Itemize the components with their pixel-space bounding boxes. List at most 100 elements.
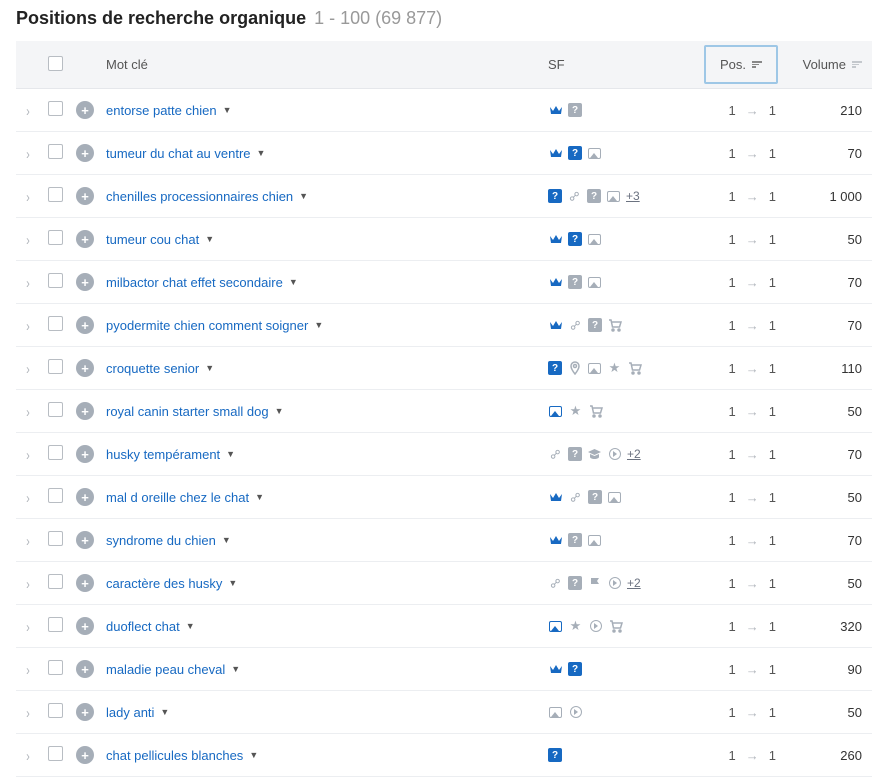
serp-features-cell: ★ [542,390,672,433]
expand-toggle[interactable]: › [26,534,30,550]
keyword-menu-caret[interactable]: ▼ [160,707,169,717]
add-keyword-button[interactable]: + [76,746,94,764]
expand-toggle[interactable]: › [26,491,30,507]
keyword-menu-caret[interactable]: ▼ [228,578,237,588]
table-row: ›+milbactor chat effet secondaire▼?1→170 [16,261,872,304]
keyword-menu-caret[interactable]: ▼ [249,750,258,760]
add-keyword-button[interactable]: + [76,316,94,334]
keyword-menu-caret[interactable]: ▼ [289,277,298,287]
keyword-link[interactable]: syndrome du chien [106,533,216,548]
keyword-menu-caret[interactable]: ▼ [186,621,195,631]
keyword-menu-caret[interactable]: ▼ [314,320,323,330]
crown-icon [548,533,563,548]
keyword-menu-caret[interactable]: ▼ [231,664,240,674]
keyword-menu-caret[interactable]: ▼ [226,449,235,459]
keyword-menu-caret[interactable]: ▼ [223,105,232,115]
keyword-link[interactable]: husky tempérament [106,447,220,462]
add-keyword-button[interactable]: + [76,101,94,119]
row-checkbox[interactable] [48,574,63,589]
expand-toggle[interactable]: › [26,362,30,378]
add-keyword-button[interactable]: + [76,445,94,463]
keyword-link[interactable]: mal d oreille chez le chat [106,490,249,505]
row-checkbox[interactable] [48,230,63,245]
expand-toggle[interactable]: › [26,448,30,464]
keyword-link[interactable]: entorse patte chien [106,103,217,118]
keyword-menu-caret[interactable]: ▼ [205,234,214,244]
keyword-link[interactable]: chat pellicules blanches [106,748,243,763]
position-cell: 1→1 [678,361,776,376]
expand-toggle[interactable]: › [26,319,30,335]
expand-toggle[interactable]: › [26,233,30,249]
row-checkbox[interactable] [48,488,63,503]
keyword-link[interactable]: caractère des husky [106,576,222,591]
expand-toggle[interactable]: › [26,147,30,163]
keyword-link[interactable]: maladie peau cheval [106,662,225,677]
serp-features-cell: ? [542,734,672,777]
expand-toggle[interactable]: › [26,276,30,292]
keyword-link[interactable]: pyodermite chien comment soigner [106,318,308,333]
keyword-menu-caret[interactable]: ▼ [205,363,214,373]
add-keyword-button[interactable]: + [76,617,94,635]
add-keyword-button[interactable]: + [76,144,94,162]
keyword-link[interactable]: duoflect chat [106,619,180,634]
expand-toggle[interactable]: › [26,749,30,765]
add-keyword-button[interactable]: + [76,187,94,205]
add-keyword-button[interactable]: + [76,660,94,678]
volume-cell: 1 000 [782,175,872,218]
row-checkbox[interactable] [48,402,63,417]
keyword-menu-caret[interactable]: ▼ [299,191,308,201]
add-keyword-button[interactable]: + [76,574,94,592]
expand-toggle[interactable]: › [26,104,30,120]
keyword-link[interactable]: chenilles processionnaires chien [106,189,293,204]
position-cell: 1→1 [678,533,776,548]
keyword-link[interactable]: tumeur du chat au ventre [106,146,251,161]
row-checkbox[interactable] [48,273,63,288]
row-checkbox[interactable] [48,144,63,159]
expand-toggle[interactable]: › [26,577,30,593]
add-keyword-button[interactable]: + [76,703,94,721]
expand-toggle[interactable]: › [26,706,30,722]
row-checkbox[interactable] [48,703,63,718]
keyword-link[interactable]: royal canin starter small dog [106,404,269,419]
row-checkbox[interactable] [48,359,63,374]
expand-toggle[interactable]: › [26,190,30,206]
row-checkbox[interactable] [48,746,63,761]
star-icon: ★ [568,619,583,634]
header-keyword[interactable]: Mot clé [100,41,542,89]
sf-more-link[interactable]: +2 [627,576,641,590]
row-checkbox[interactable] [48,445,63,460]
table-row: ›+mal d oreille chez le chat▼⚯?1→150 [16,476,872,519]
keyword-link[interactable]: tumeur cou chat [106,232,199,247]
add-keyword-button[interactable]: + [76,402,94,420]
add-keyword-button[interactable]: + [76,488,94,506]
keyword-link[interactable]: lady anti [106,705,154,720]
row-checkbox[interactable] [48,617,63,632]
keyword-menu-caret[interactable]: ▼ [275,406,284,416]
header-pos[interactable]: Pos. [672,41,782,89]
row-checkbox[interactable] [48,101,63,116]
add-keyword-button[interactable]: + [76,230,94,248]
table-row: ›+chenilles processionnaires chien▼?⚯?+3… [16,175,872,218]
header-sf[interactable]: SF [542,41,672,89]
expand-toggle[interactable]: › [26,663,30,679]
sf-more-link[interactable]: +3 [626,189,640,203]
sf-more-link[interactable]: +2 [627,447,641,461]
expand-toggle[interactable]: › [26,620,30,636]
row-checkbox[interactable] [48,531,63,546]
add-keyword-button[interactable]: + [76,531,94,549]
add-keyword-button[interactable]: + [76,273,94,291]
graduation-icon [587,447,602,462]
select-all-checkbox[interactable] [48,56,63,71]
add-keyword-button[interactable]: + [76,359,94,377]
header-volume[interactable]: Volume [782,41,872,89]
keyword-menu-caret[interactable]: ▼ [222,535,231,545]
row-checkbox[interactable] [48,660,63,675]
question-icon: ? [568,103,582,117]
keyword-menu-caret[interactable]: ▼ [255,492,264,502]
keyword-menu-caret[interactable]: ▼ [257,148,266,158]
keyword-link[interactable]: croquette senior [106,361,199,376]
keyword-link[interactable]: milbactor chat effet secondaire [106,275,283,290]
expand-toggle[interactable]: › [26,405,30,421]
row-checkbox[interactable] [48,187,63,202]
row-checkbox[interactable] [48,316,63,331]
